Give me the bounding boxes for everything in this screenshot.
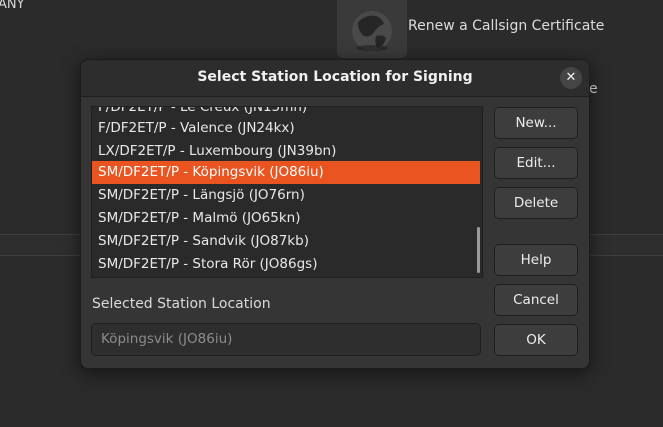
- dialog-title: Select Station Location for Signing: [197, 69, 473, 85]
- background-text-fragment: e: [589, 81, 598, 97]
- list-item[interactable]: SM/DF2ET/P - Malmö (JO65kn): [92, 207, 480, 230]
- dialog-titlebar: Select Station Location for Signing ✕: [81, 60, 589, 97]
- list-item[interactable]: F/DF2ET/P - Valence (JN24kx): [92, 117, 480, 140]
- list-item[interactable]: SM/DF2ET/P - Stora Rör (JO86gs): [92, 253, 480, 276]
- selected-location-field[interactable]: Köpingsvik (JO86iu): [91, 323, 481, 356]
- list-scrollbar[interactable]: [477, 227, 480, 273]
- ok-button[interactable]: OK: [494, 324, 578, 356]
- close-icon[interactable]: ✕: [560, 67, 582, 89]
- selected-location-label: Selected Station Location: [92, 296, 271, 312]
- select-station-dialog: Select Station Location for Signing ✕ F/…: [80, 59, 590, 369]
- background-label: ANY: [0, 0, 25, 12]
- renew-certificate-label[interactable]: Renew a Callsign Certificate: [408, 18, 604, 34]
- new-button[interactable]: New...: [494, 107, 578, 139]
- globe-icon: [352, 11, 392, 51]
- list-item[interactable]: LX/DF2ET/P - Luxembourg (JN39bn): [92, 140, 480, 163]
- delete-button[interactable]: Delete: [494, 187, 578, 219]
- list-item-selected[interactable]: SM/DF2ET/P - Köpingsvik (JO86iu): [92, 161, 480, 184]
- list-item[interactable]: SM/DF2ET/P - Längsjö (JO76rn): [92, 184, 480, 207]
- list-item[interactable]: SM/DF2ET/P - Sandvik (JO87kb): [92, 230, 480, 253]
- help-button[interactable]: Help: [494, 244, 578, 276]
- cancel-button[interactable]: Cancel: [494, 284, 578, 316]
- station-location-list[interactable]: F/DF2ET/P - Le Creux (JN15mh) F/DF2ET/P …: [91, 106, 483, 278]
- edit-button[interactable]: Edit...: [494, 147, 578, 179]
